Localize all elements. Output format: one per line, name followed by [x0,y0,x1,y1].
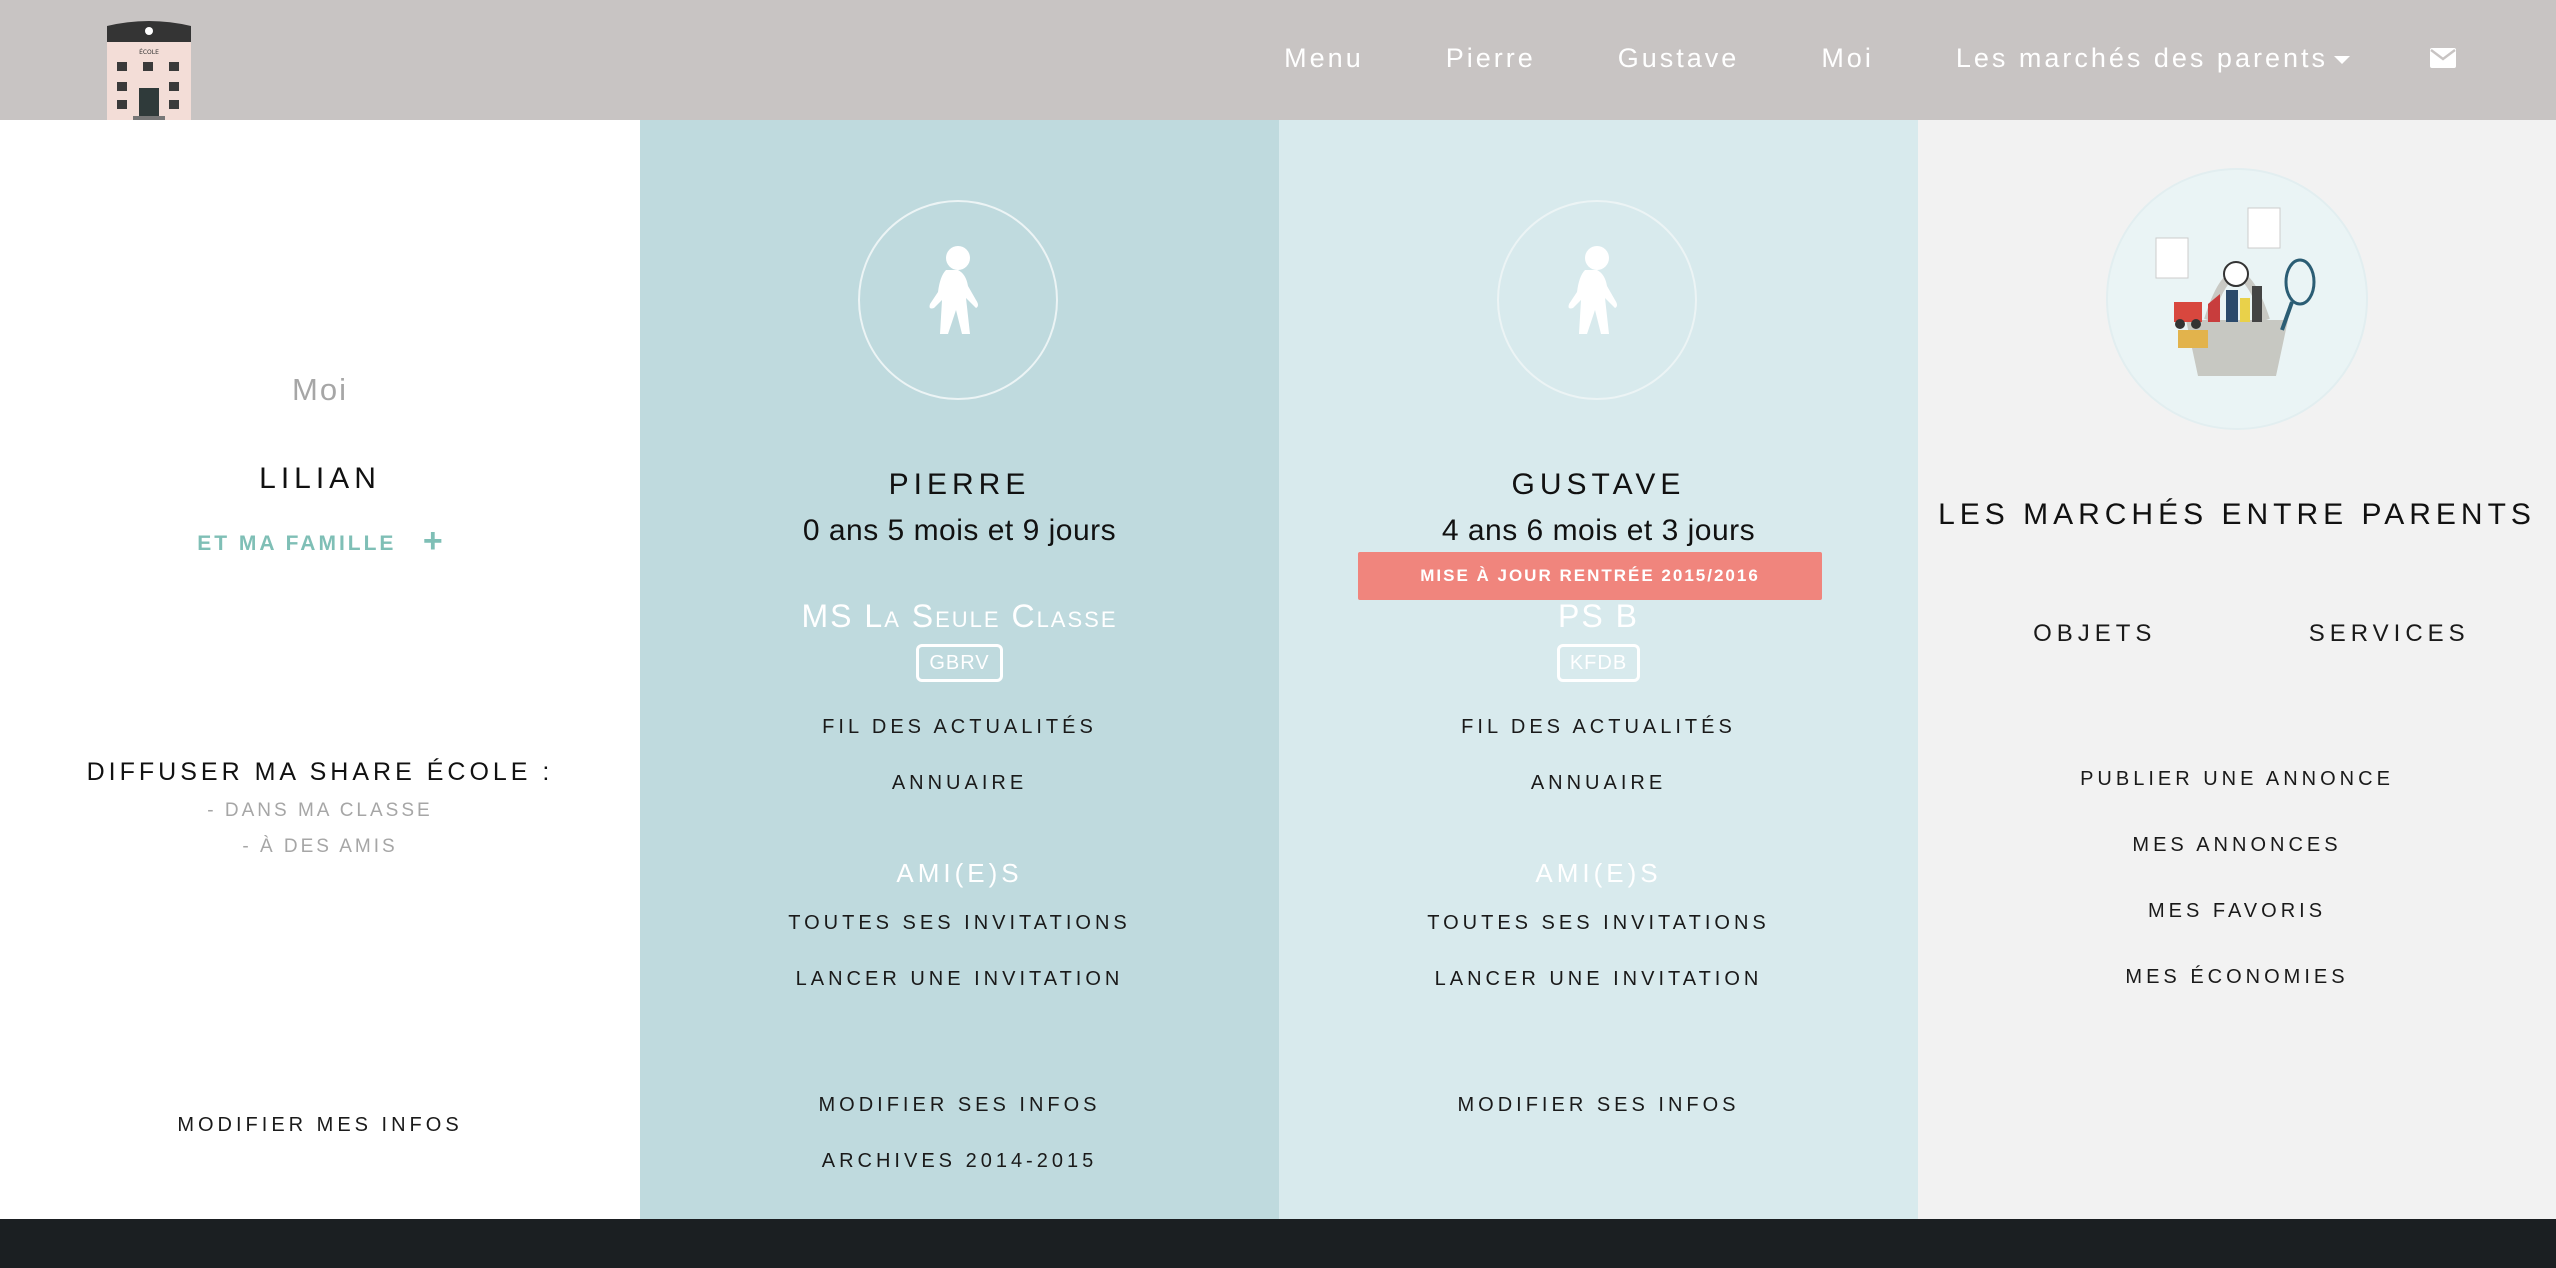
my-ads-link[interactable]: MES ANNONCES [1918,834,2556,857]
directory-link[interactable]: ANNUAIRE [640,772,1279,795]
my-savings-link[interactable]: MES ÉCONOMIES [1918,966,2556,989]
share-class-link[interactable]: - DANS MA CLASSE [0,800,640,822]
archives-link[interactable]: ARCHIVES 2014-2015 [640,1150,1279,1173]
news-feed-link[interactable]: FIL DES ACTUALITÉS [1279,716,1918,739]
footer [0,1219,2556,1268]
my-favorites-link[interactable]: MES FAVORIS [1918,900,2556,923]
class-code-badge[interactable]: GBRV [916,644,1003,682]
child-name: GUSTAVE [1511,468,1686,501]
family-link-label: ET MA FAMILLE [197,532,397,555]
logo-text: ÉCOLE [139,48,159,56]
nav-menu: Menu Pierre Gustave Moi Les marchés des … [1202,0,2456,116]
me-heading: Moi [292,372,348,407]
child-name: PIERRE [888,468,1031,501]
directory-link[interactable]: ANNUAIRE [1279,772,1918,795]
publish-ad-link[interactable]: PUBLIER UNE ANNONCE [1918,768,2556,791]
class-code-badge[interactable]: KFDB [1556,644,1641,682]
edit-child-info-link[interactable]: MODIFIER SES INFOS [640,1094,1279,1117]
nav-markets-label: Les marchés des parents [1955,42,2328,73]
child-silhouette-icon [929,246,978,334]
share-title: DIFFUSER MA SHARE ÉCOLE : [86,758,554,786]
family-link[interactable]: ET MA FAMILLE + [0,522,640,561]
market-column: LES MARCHÉS ENTRE PARENTS OBJETS SERVICE… [1918,120,2556,1219]
nav-moi-link[interactable]: Moi [1821,43,1874,74]
child-column-pierre: PIERRE 0 ans 5 mois et 9 jours MS La Seu… [640,120,1279,1219]
send-invitation-link[interactable]: LANCER UNE INVITATION [640,968,1279,991]
me-name: LILIAN [259,462,381,495]
all-invitations-link[interactable]: TOUTES SES INVITATIONS [640,912,1279,935]
tab-services[interactable]: SERVICES [2249,620,2529,648]
chevron-down-icon [2334,56,2350,64]
child-class: PS B [1558,598,1639,634]
edit-child-info-link[interactable]: MODIFIER SES INFOS [1279,1094,1918,1117]
edit-my-info-link[interactable]: MODIFIER MES INFOS [0,1114,640,1137]
child-age: 0 ans 5 mois et 9 jours [802,514,1117,547]
nav-menu-link[interactable]: Menu [1284,43,1364,74]
friends-heading: AMI(E)S [896,858,1023,888]
market-title: LES MARCHÉS ENTRE PARENTS [1938,498,2536,531]
all-invitations-link[interactable]: TOUTES SES INVITATIONS [1279,912,1918,935]
news-feed-link[interactable]: FIL DES ACTUALITÉS [640,716,1279,739]
envelope-icon[interactable] [2430,48,2456,68]
share-friends-link[interactable]: - À DES AMIS [0,836,640,858]
top-navbar: ÉCOLE Menu Pierre Gustave Moi Les marché… [0,0,2556,120]
send-invitation-link[interactable]: LANCER UNE INVITATION [1279,968,1918,991]
nav-markets-dropdown[interactable]: Les marchés des parents [1956,43,2350,74]
nav-gustave-link[interactable]: Gustave [1618,43,1740,74]
me-column: Moi LILIAN ET MA FAMILLE + DIFFUSER MA S… [0,120,640,1219]
child-silhouette-icon [1568,246,1617,334]
child-avatar[interactable] [858,200,1058,400]
school-logo[interactable]: ÉCOLE [103,20,195,120]
update-badge[interactable]: MISE À JOUR RENTRÉE 2015/2016 [1358,552,1822,600]
child-column-gustave: GUSTAVE 4 ans 6 mois et 3 jours PS B MIS… [1279,120,1918,1219]
tab-objects[interactable]: OBJETS [1945,620,2245,648]
friends-heading: AMI(E)S [1535,858,1662,888]
child-age: 4 ans 6 mois et 3 jours [1441,514,1756,547]
market-basket-illustration [2106,168,2368,430]
plus-icon: + [422,522,443,560]
child-avatar[interactable] [1497,200,1697,400]
child-class: MS La Seule Classe [801,598,1118,634]
nav-pierre-link[interactable]: Pierre [1446,43,1536,74]
